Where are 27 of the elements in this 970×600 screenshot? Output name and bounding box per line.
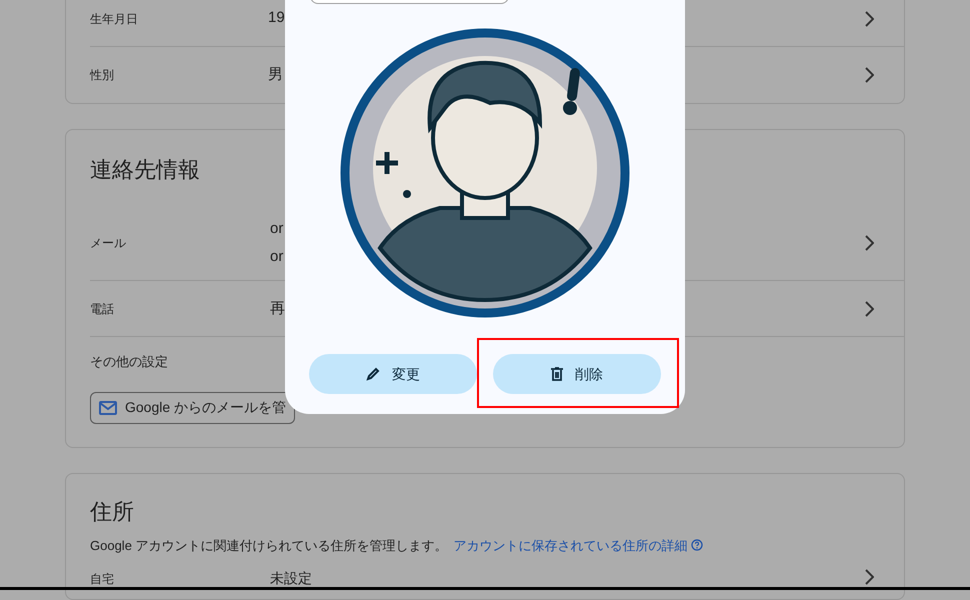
field-value: or bbox=[270, 219, 284, 239]
field-label: メール bbox=[90, 235, 127, 252]
chevron-right-icon[interactable] bbox=[864, 67, 874, 83]
field-value: 男 bbox=[268, 64, 284, 85]
help-icon bbox=[690, 539, 703, 552]
edit-button[interactable]: 変更 bbox=[309, 354, 477, 394]
field-label: 自宅 bbox=[90, 571, 115, 587]
field-value: 再 bbox=[270, 298, 286, 318]
mail-icon bbox=[99, 400, 117, 414]
manage-email-button[interactable]: Google からのメールを管 bbox=[90, 392, 296, 424]
chevron-right-icon[interactable] bbox=[864, 569, 874, 585]
trash-icon bbox=[551, 367, 563, 381]
field-label: 生年月日 bbox=[90, 10, 139, 28]
field-label: 性別 bbox=[90, 67, 115, 84]
pencil-icon bbox=[366, 367, 380, 381]
chevron-right-icon[interactable] bbox=[864, 300, 874, 316]
chevron-right-icon[interactable] bbox=[864, 235, 874, 251]
chevron-right-icon[interactable] bbox=[864, 10, 874, 26]
section-title: 連絡先情報 bbox=[90, 156, 201, 184]
field-value: 19 bbox=[268, 8, 286, 28]
section-title: 住所 bbox=[90, 498, 135, 526]
field-value: 未設定 bbox=[270, 569, 312, 587]
description-text: Google アカウントに関連付けられている住所を管理します。 bbox=[90, 536, 448, 555]
field-label: 電話 bbox=[90, 300, 115, 318]
field-label: その他の設定 bbox=[90, 353, 168, 371]
delete-button[interactable]: 削除 bbox=[493, 354, 661, 394]
field-value: or bbox=[270, 247, 284, 267]
